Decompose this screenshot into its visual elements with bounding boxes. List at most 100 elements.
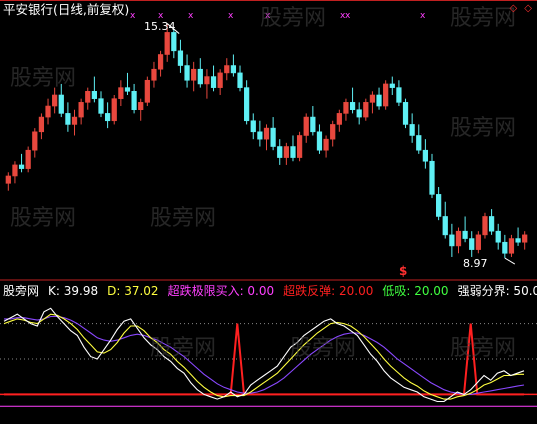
candle-body	[124, 87, 131, 92]
watermark: 股旁网	[290, 336, 357, 361]
candle-body	[250, 120, 256, 133]
signal-x-icon: x	[420, 11, 426, 21]
candle-body	[442, 216, 448, 236]
high-price-label: 15.34	[144, 20, 176, 33]
candle-body	[296, 135, 303, 158]
candle-body	[157, 54, 164, 70]
candle-body	[144, 79, 150, 103]
chart-stage: xxxxxxxx 股旁网 股旁网 股旁网 股旁网 股旁网 股旁网 股旁网 股旁网…	[0, 0, 537, 424]
low-pointer	[504, 257, 516, 265]
candle-body	[343, 102, 349, 114]
candle-body	[402, 102, 409, 125]
candle-body	[25, 149, 31, 169]
candle-body	[416, 135, 422, 151]
dollar-signal-icon: $	[399, 264, 408, 278]
legend-item-limit-buy: 超跌极限买入: 0.00	[167, 284, 275, 298]
legend-item-rebound: 超跌反弹: 20.00	[283, 284, 374, 298]
candle-body	[290, 146, 296, 158]
candle-body	[210, 76, 217, 88]
candle-body	[376, 94, 382, 107]
watermark: 股旁网	[450, 6, 517, 31]
candle-body	[197, 68, 203, 85]
candle-body	[237, 72, 243, 88]
candle-body	[91, 91, 97, 99]
indicator-legend: 股旁网 K: 39.98 D: 37.02 超跌极限买入: 0.00 超跌反弹:…	[3, 284, 537, 298]
candle-body	[369, 94, 376, 103]
candle-body	[224, 65, 230, 74]
candle-body	[429, 160, 435, 195]
candle-body	[164, 32, 170, 55]
candle-body	[488, 216, 495, 232]
watermark: 股旁网	[10, 66, 77, 91]
signal-x-icon: x	[130, 11, 136, 21]
candle-body	[383, 83, 389, 107]
legend-item-d: D: 37.02	[107, 284, 159, 298]
candle-body	[98, 98, 104, 114]
candle-body	[495, 230, 501, 243]
candle-body	[277, 146, 283, 158]
signal-x-icon: x	[345, 11, 351, 21]
candle-body	[5, 175, 11, 184]
candle-body	[436, 194, 442, 217]
candle-body	[270, 127, 276, 147]
candle-body	[171, 32, 177, 52]
legend-item-source: 股旁网	[3, 284, 40, 298]
legend-item-strength-line: 强弱分界: 50.00	[457, 284, 537, 298]
candle-body	[151, 68, 157, 81]
candle-body	[502, 241, 508, 254]
candle-body	[508, 238, 515, 254]
legend-item-k: K: 39.98	[48, 284, 99, 298]
candle-body	[283, 146, 289, 158]
candle-body	[363, 102, 369, 118]
signal-x-icon: x	[228, 11, 234, 21]
candle-body	[475, 234, 481, 250]
candle-body	[18, 164, 25, 169]
candle-body	[131, 91, 137, 111]
candle-body	[316, 131, 323, 151]
series-k	[3, 307, 525, 403]
watermark: 股旁网	[450, 116, 517, 141]
candle-body	[310, 116, 316, 133]
candle-body	[104, 113, 111, 122]
candle-body	[462, 230, 468, 239]
candle-body	[191, 68, 197, 81]
candle-body	[78, 102, 84, 118]
candle-body	[323, 138, 329, 151]
candle-body	[244, 87, 250, 122]
watermark: 股旁网	[450, 336, 517, 361]
candle-body	[356, 109, 362, 118]
candle-body	[118, 87, 124, 99]
candle-body	[58, 94, 64, 114]
candle-body	[138, 102, 144, 111]
candle-body	[217, 72, 223, 88]
candle-body	[409, 124, 415, 136]
candle-body	[230, 65, 237, 74]
watermark: 股旁网	[150, 336, 217, 361]
candle-body	[177, 50, 184, 66]
chart-title: 平安银行(日线,前复权)	[3, 2, 130, 17]
candle-body	[65, 113, 71, 125]
candle-body	[85, 91, 91, 103]
candle-body	[422, 149, 429, 162]
candle-body	[349, 102, 356, 111]
candle-body	[469, 238, 475, 250]
signal-x-icon: x	[188, 11, 194, 21]
candle-body	[71, 116, 78, 125]
candle-body	[389, 83, 395, 88]
candle-body	[184, 65, 190, 81]
candle-body	[32, 131, 38, 151]
candle-body	[449, 234, 455, 247]
corner-diamond-icons[interactable]: ◇ ◇	[509, 2, 534, 16]
watermark: 股旁网	[10, 206, 77, 231]
candle-body	[38, 116, 45, 133]
candle-body	[45, 105, 51, 118]
candle-body	[330, 124, 336, 140]
candle-body	[522, 234, 528, 243]
candle-body	[12, 164, 18, 177]
candle-body	[515, 238, 521, 243]
watermark: 股旁网	[150, 206, 217, 231]
candle-body	[455, 230, 462, 247]
candle-body	[257, 131, 263, 140]
watermark: 股旁网	[260, 6, 327, 31]
low-price-label: 8.97	[463, 257, 488, 270]
